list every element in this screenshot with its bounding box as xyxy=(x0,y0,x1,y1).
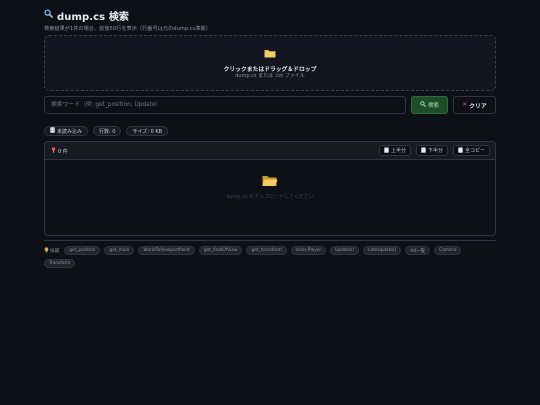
file-size-badge: サイズ: 0 KB xyxy=(126,126,169,136)
example-chip[interactable]: Hit一覧 xyxy=(405,246,431,255)
example-chip[interactable]: Camera xyxy=(434,246,461,255)
search-row: 検索 ✕ クリア xyxy=(44,96,496,114)
dropzone-subtitle: dump.cs または .txt ファイル xyxy=(235,73,305,79)
search-button[interactable]: 検索 xyxy=(411,96,448,114)
file-status-badge: 未読み込み xyxy=(44,126,89,136)
copy-all-button[interactable]: 全コピー xyxy=(452,145,490,156)
document-icon xyxy=(50,127,55,135)
copy-all-label: 全コピー xyxy=(464,148,485,154)
line-count-text: 行数: 0 xyxy=(99,128,116,135)
example-chip[interactable]: WorldToViewportPoint xyxy=(138,246,195,255)
empty-message: dump.cs をアップロードしてください xyxy=(226,194,314,200)
example-chip[interactable]: get_main xyxy=(104,246,135,255)
search-button-label: 検索 xyxy=(428,103,439,109)
example-chip[interactable]: Transform xyxy=(44,259,76,268)
app-container: dump.cs 検索 検索結果が1件の場合、前後50行を表示（行番号は元のdum… xyxy=(44,8,496,268)
example-chip[interactable]: get_position xyxy=(64,246,101,255)
upper-half-label: 上半分 xyxy=(390,148,406,154)
clear-button-label: クリア xyxy=(469,103,487,110)
result-count-text: 0 件 xyxy=(58,148,68,155)
results-panel: 0 件 上半分 下半分 全コピー dump.cs をアップロードしてください xyxy=(44,141,496,236)
open-folder-icon xyxy=(45,174,495,190)
results-actions: 上半分 下半分 全コピー xyxy=(378,145,490,156)
search-icon xyxy=(44,9,53,21)
close-icon: ✕ xyxy=(462,102,468,108)
file-status-text: 未読み込み xyxy=(57,128,83,135)
folder-icon xyxy=(45,48,495,60)
header: dump.cs 検索 xyxy=(44,8,496,23)
page-title: dump.cs 検索 xyxy=(57,11,130,23)
file-size-text: サイズ: 0 KB xyxy=(132,128,163,135)
lightbulb-icon xyxy=(44,246,49,255)
example-keywords: 候補 get_position get_main WorldToViewport… xyxy=(44,246,496,268)
example-chip[interactable]: class Player xyxy=(290,246,327,255)
clipboard-icon xyxy=(458,146,463,155)
clipboard-icon xyxy=(384,146,389,155)
upper-half-button[interactable]: 上半分 xyxy=(378,145,411,156)
clipboard-icon xyxy=(421,146,426,155)
example-chip[interactable]: LateUpdate() xyxy=(363,246,402,255)
examples-label-text: 候補 xyxy=(50,248,60,254)
example-chip[interactable]: Update() xyxy=(330,246,360,255)
search-icon xyxy=(420,101,426,109)
results-body: dump.cs をアップロードしてください xyxy=(45,160,495,235)
result-count: 0 件 xyxy=(51,147,68,155)
lower-half-button[interactable]: 下半分 xyxy=(415,145,448,156)
page-subtitle: 検索結果が1件の場合、前後50行を表示（行番号は元のdump.cs準拠） xyxy=(44,26,211,32)
examples-label: 候補 xyxy=(44,246,60,255)
clear-button[interactable]: ✕ クリア xyxy=(453,96,496,114)
search-input[interactable] xyxy=(44,96,406,114)
results-header: 0 件 上半分 下半分 全コピー xyxy=(45,142,495,160)
line-count-badge: 行数: 0 xyxy=(93,126,122,136)
divider xyxy=(44,240,496,241)
pin-icon xyxy=(51,147,56,155)
stats-bar: 未読み込み 行数: 0 サイズ: 0 KB xyxy=(44,126,169,136)
example-chip[interactable]: get_fieldOfView xyxy=(198,246,243,255)
lower-half-label: 下半分 xyxy=(427,148,443,154)
file-dropzone[interactable]: クリックまたはドラッグ＆ドロップ dump.cs または .txt ファイル xyxy=(44,35,496,91)
example-chip[interactable]: get_transform xyxy=(246,246,287,255)
